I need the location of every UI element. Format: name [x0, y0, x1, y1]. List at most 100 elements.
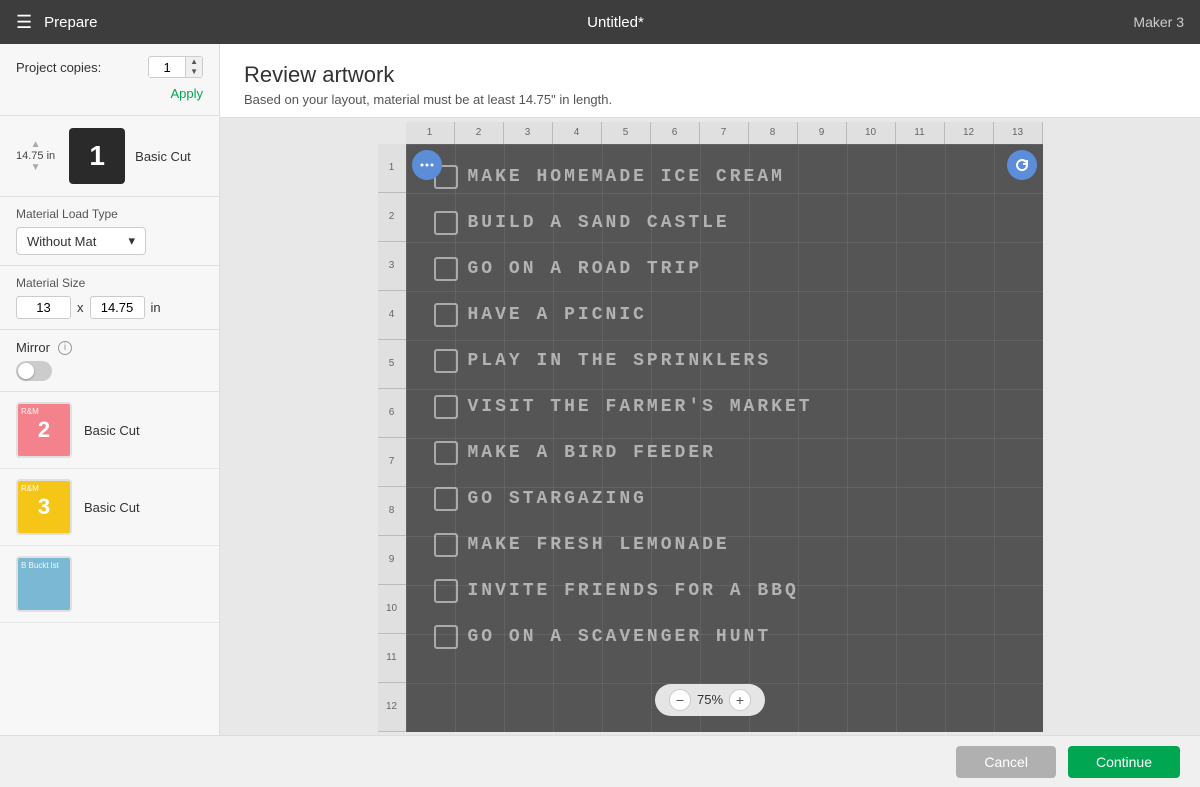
- list-item: Go Stargazing: [434, 476, 1033, 522]
- checklist-text: Play in the Sprinklers: [468, 351, 772, 371]
- ruler-top-cell: 3: [504, 122, 553, 144]
- canvas-menu-button[interactable]: [412, 150, 442, 180]
- mat3-number: 3: [38, 494, 50, 520]
- copies-down-button[interactable]: ▼: [186, 67, 202, 77]
- ruler-top-cell: 9: [798, 122, 847, 144]
- mat1-size-label: 14.75 in: [16, 150, 55, 162]
- checklist-container: Make Homemade Ice Cream Build a Sand Cas…: [434, 154, 1033, 660]
- project-copies-label: Project copies:: [16, 60, 101, 75]
- copies-up-button[interactable]: ▲: [186, 57, 202, 67]
- toggle-knob: [18, 363, 34, 379]
- list-item: Make Fresh Lemonade: [434, 522, 1033, 568]
- checklist-text: Make Fresh Lemonade: [468, 535, 730, 555]
- material-size-label: Material Size: [16, 276, 203, 290]
- material-load-section: Material Load Type Without Mat ▾: [0, 197, 219, 266]
- ruler-left-cell: 6: [378, 389, 406, 438]
- ruler-left-cell: 8: [378, 487, 406, 536]
- ruler-top-cell: 2: [455, 122, 504, 144]
- sidebar: Project copies: ▲ ▼ Apply ▲ 14.75 in ▼ 1: [0, 44, 220, 735]
- ruler-left-cell: 4: [378, 291, 406, 340]
- list-item: Build a Sand Castle: [434, 200, 1033, 246]
- size-unit-label: in: [151, 300, 161, 315]
- mirror-section: Mirror i: [0, 330, 219, 392]
- checkbox[interactable]: [434, 349, 458, 373]
- zoom-in-button[interactable]: +: [729, 689, 751, 711]
- mat3-item[interactable]: R&M 3 Basic Cut: [0, 469, 219, 546]
- checkbox[interactable]: [434, 303, 458, 327]
- list-item: Have a Picnic: [434, 292, 1033, 338]
- mirror-toggle[interactable]: [16, 361, 52, 381]
- checkbox[interactable]: [434, 441, 458, 465]
- cancel-button[interactable]: Cancel: [956, 746, 1056, 778]
- ruler-left-cell: 12: [378, 683, 406, 732]
- material-size-section: Material Size x in: [0, 266, 219, 330]
- ruler-top-cell: 6: [651, 122, 700, 144]
- list-item: Go on a Scavenger Hunt: [434, 614, 1033, 660]
- ruler-top-cell: 1: [406, 122, 455, 144]
- project-copies-section: Project copies: ▲ ▼ Apply: [0, 44, 219, 116]
- list-item: Invite Friends for a BBQ: [434, 568, 1033, 614]
- checkbox[interactable]: [434, 487, 458, 511]
- checkbox[interactable]: [434, 395, 458, 419]
- copies-input-wrap: ▲ ▼: [148, 56, 203, 78]
- ruler-left-cell: 5: [378, 340, 406, 389]
- material-size-height-input[interactable]: [90, 296, 145, 319]
- mat2-item[interactable]: R&M 2 Basic Cut: [0, 392, 219, 469]
- mat3-cut-label: Basic Cut: [84, 500, 140, 515]
- device-label: Maker 3: [1133, 14, 1184, 30]
- checkbox[interactable]: [434, 625, 458, 649]
- material-load-value: Without Mat: [27, 234, 96, 249]
- checklist-text: Make a Bird Feeder: [468, 443, 716, 463]
- list-item: Go on a Road Trip: [434, 246, 1033, 292]
- mirror-info-icon[interactable]: i: [58, 341, 72, 355]
- menu-icon[interactable]: ☰: [16, 12, 32, 33]
- apply-button[interactable]: Apply: [16, 84, 203, 103]
- mat3-corner-label: R&M: [21, 484, 39, 493]
- mat1-cut-label: Basic Cut: [135, 149, 191, 164]
- ruler-top-cell: 13: [994, 122, 1043, 144]
- ruler-top-cell: 8: [749, 122, 798, 144]
- zoom-out-button[interactable]: −: [669, 689, 691, 711]
- checkbox[interactable]: [434, 533, 458, 557]
- list-item: Make a Bird Feeder: [434, 430, 1033, 476]
- checkbox[interactable]: [434, 257, 458, 281]
- mat2-cut-label: Basic Cut: [84, 423, 140, 438]
- canvas-area: 1 2 3 4 5 6 7 8 9 10 11 12 13: [220, 118, 1200, 735]
- continue-button[interactable]: Continue: [1068, 746, 1180, 778]
- ruler-top-cell: 11: [896, 122, 945, 144]
- mat2-number: 2: [38, 417, 50, 443]
- mat2-corner-label: R&M: [21, 407, 39, 416]
- ruler-top-cell: 7: [700, 122, 749, 144]
- ruler-top-cell: 4: [553, 122, 602, 144]
- copies-input[interactable]: [149, 58, 185, 77]
- ruler-left-cell: 2: [378, 193, 406, 242]
- ruler-left-cell: 11: [378, 634, 406, 683]
- mat1-thumbnail[interactable]: 1: [69, 128, 125, 184]
- review-title: Review artwork: [244, 62, 1176, 88]
- ruler-top-cell: 5: [602, 122, 651, 144]
- ruler-left-cell: 3: [378, 242, 406, 291]
- mirror-row: Mirror i: [16, 340, 203, 355]
- ruler-left-cell: 7: [378, 438, 406, 487]
- material-load-select[interactable]: Without Mat ▾: [16, 227, 146, 255]
- ruler-top-cell: 12: [945, 122, 994, 144]
- canvas-refresh-button[interactable]: [1007, 150, 1037, 180]
- prepare-label: Prepare: [44, 14, 97, 31]
- header: ☰ Prepare Untitled* Maker 3: [0, 0, 1200, 44]
- mat1-panel: ▲ 14.75 in ▼ 1 Basic Cut: [0, 116, 219, 197]
- checklist-text: Invite Friends for a BBQ: [468, 581, 799, 601]
- mat4-corner-label: B Buckt lst: [21, 561, 59, 570]
- mat4-item[interactable]: B Buckt lst: [0, 546, 219, 623]
- size-x-label: x: [77, 300, 84, 315]
- ruler-top-cell: 10: [847, 122, 896, 144]
- checklist-text: Make Homemade Ice Cream: [468, 167, 785, 187]
- checkbox[interactable]: [434, 579, 458, 603]
- material-size-width-input[interactable]: [16, 296, 71, 319]
- checkbox[interactable]: [434, 211, 458, 235]
- ruler-left-cell: 9: [378, 536, 406, 585]
- mat4-thumbnail: B Buckt lst: [16, 556, 72, 612]
- canvas-wrap: 1 2 3 4 5 6 7 8 9 10 11 12 13: [378, 122, 1043, 732]
- checklist-text: Visit the Farmer's Market: [468, 397, 813, 417]
- zoom-level: 75%: [697, 692, 723, 707]
- review-subtitle: Based on your layout, material must be a…: [244, 92, 1176, 107]
